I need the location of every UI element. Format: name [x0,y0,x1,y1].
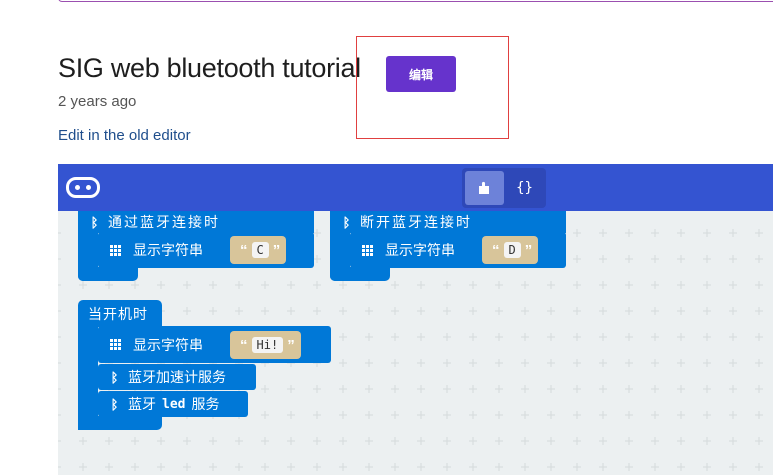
javascript-mode-button[interactable]: {} [506,171,543,205]
old-editor-link[interactable]: Edit in the old editor [58,127,191,144]
bluetooth-icon: ᛒ [342,214,351,230]
led-grid-icon [362,244,373,256]
puzzle-icon [479,181,489,194]
on-bluetooth-disconnected-block[interactable]: ᛒ 断开蓝牙连接时 [330,211,566,233]
led-grid-icon [110,339,121,350]
bluetooth-led-service-block[interactable]: ᛒ 蓝牙 led 服务 [98,391,248,417]
bluetooth-accelerometer-service-block[interactable]: ᛒ 蓝牙加速计服务 [98,364,256,390]
highlight-box [356,36,509,139]
editor-mode-toggle: {} [462,168,546,208]
project-title: SIG web bluetooth tutorial [58,53,361,83]
bluetooth-icon: ᛒ [110,369,119,385]
led-grid-icon [110,244,121,256]
editor-toolbar: {} [58,164,773,211]
microbit-logo-icon[interactable] [66,177,100,198]
code-editor: {} ᛒ 通过蓝牙连接时 显示字符串 “C” ᛒ 断开蓝牙连接时 显示字符串 “… [58,164,773,475]
bluetooth-icon: ᛒ [110,396,119,412]
string-value-d[interactable]: “D” [482,236,539,264]
on-bluetooth-connected-block[interactable]: ᛒ 通过蓝牙连接时 [78,211,314,233]
blocks-workspace[interactable]: ᛒ 通过蓝牙连接时 显示字符串 “C” ᛒ 断开蓝牙连接时 显示字符串 “D” … [58,211,773,475]
on-start-block[interactable]: 当开机时 [78,300,162,327]
project-age: 2 years ago [58,93,137,110]
string-value-c[interactable]: “C” [230,236,287,264]
string-value-hi[interactable]: “Hi!” [230,331,301,359]
previous-card-border [58,0,773,2]
blocks-mode-button[interactable] [465,171,504,205]
bluetooth-icon: ᛒ [90,214,99,230]
